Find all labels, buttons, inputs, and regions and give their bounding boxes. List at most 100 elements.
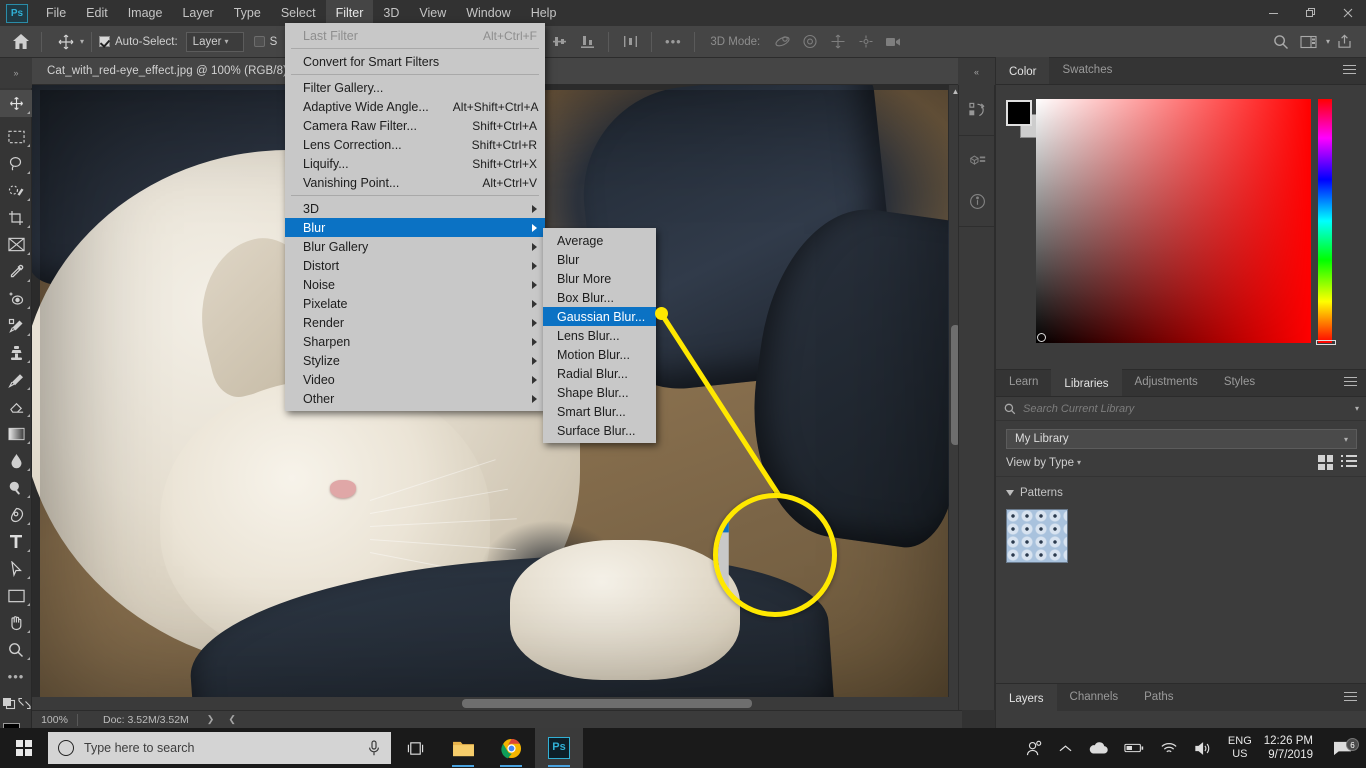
- pattern-swatch-item[interactable]: [1006, 509, 1068, 563]
- tool-dodge[interactable]: [0, 474, 32, 501]
- layer-scope-dropdown[interactable]: Layer ▾: [185, 31, 244, 52]
- menu-item-stylize[interactable]: Stylize: [285, 351, 545, 370]
- library-search-row[interactable]: ▾: [996, 397, 1366, 421]
- task-view-icon[interactable]: [391, 728, 439, 768]
- list-view-icon[interactable]: [1341, 455, 1357, 468]
- menu-item-blur[interactable]: Blur: [285, 218, 545, 237]
- tab-swatches[interactable]: Swatches: [1049, 57, 1125, 84]
- menu-item-last-filter[interactable]: Last Filter Alt+Ctrl+F: [285, 26, 545, 45]
- status-expand-icon[interactable]: ❯: [207, 714, 215, 725]
- start-button[interactable]: [0, 728, 48, 768]
- submenu-item-smart-blur[interactable]: Smart Blur...: [543, 402, 656, 421]
- tool-gradient[interactable]: [0, 420, 32, 447]
- quick-mask-icon[interactable]: [0, 690, 17, 717]
- menu-item-sharpen[interactable]: Sharpen: [285, 332, 545, 351]
- move-tool-chevron-icon[interactable]: ▾: [80, 37, 84, 46]
- properties-icon[interactable]: [959, 141, 996, 181]
- tool-frame[interactable]: [0, 231, 32, 258]
- view-by-chevron-icon[interactable]: ▾: [1077, 458, 1081, 467]
- submenu-item-blur[interactable]: Blur: [543, 250, 656, 269]
- distribute-icon[interactable]: [619, 31, 641, 53]
- document-tab-title[interactable]: Cat_with_red-eye_effect.jpg @ 100% (RGB/…: [32, 65, 287, 77]
- tool-pen[interactable]: [0, 501, 32, 528]
- menu-item-video[interactable]: Video: [285, 370, 545, 389]
- menu-item-other[interactable]: Other: [285, 389, 545, 408]
- submenu-item-motion-blur[interactable]: Motion Blur...: [543, 345, 656, 364]
- clock[interactable]: 12:26 PM 9/7/2019: [1260, 734, 1323, 762]
- tab-layers[interactable]: Layers: [996, 684, 1057, 711]
- tool-edit-toolbar[interactable]: •••: [0, 663, 32, 690]
- tool-move[interactable]: [0, 90, 32, 117]
- people-icon[interactable]: [1017, 728, 1051, 768]
- layers-panel-menu-icon[interactable]: [1344, 684, 1366, 711]
- canvas-horizontal-scrollbar[interactable]: [32, 697, 962, 710]
- 3d-camera-icon[interactable]: [883, 31, 905, 53]
- tool-lasso[interactable]: [0, 150, 32, 177]
- menu-image[interactable]: Image: [118, 0, 173, 26]
- menu-item-pixelate[interactable]: Pixelate: [285, 294, 545, 313]
- submenu-item-gaussian-blur[interactable]: Gaussian Blur...: [543, 307, 656, 326]
- menu-file[interactable]: File: [36, 0, 76, 26]
- tool-zoom[interactable]: [0, 636, 32, 663]
- tool-rectangular-marquee[interactable]: [0, 123, 32, 150]
- menu-item-liquify[interactable]: Liquify... Shift+Ctrl+X: [285, 154, 545, 173]
- grid-view-icon[interactable]: [1318, 455, 1333, 470]
- tab-learn[interactable]: Learn: [996, 369, 1051, 396]
- language-indicator[interactable]: ENG US: [1220, 735, 1260, 761]
- submenu-item-average[interactable]: Average: [543, 231, 656, 250]
- color-panel-foreground-swatch[interactable]: [1006, 100, 1032, 126]
- auto-select-option[interactable]: Auto-Select:: [99, 26, 178, 58]
- submenu-item-radial-blur[interactable]: Radial Blur...: [543, 364, 656, 383]
- menu-edit[interactable]: Edit: [76, 0, 118, 26]
- auto-select-checkbox[interactable]: [99, 36, 111, 47]
- tab-styles[interactable]: Styles: [1211, 369, 1268, 396]
- move-tool-icon[interactable]: [55, 31, 77, 53]
- tool-rectangle[interactable]: [0, 582, 32, 609]
- history-icon[interactable]: [959, 90, 996, 130]
- show-hidden-icons-chevron-up-icon[interactable]: [1051, 728, 1080, 768]
- status-collapse-icon[interactable]: ❮: [228, 714, 236, 725]
- minimize-button[interactable]: [1255, 0, 1292, 26]
- tool-spot-healing-brush[interactable]: [0, 285, 32, 312]
- more-options-icon[interactable]: •••: [662, 31, 684, 53]
- search-chevron-down-icon[interactable]: ▾: [1355, 404, 1359, 413]
- screen-mode-icon[interactable]: [17, 690, 31, 717]
- library-select[interactable]: My Library ▾: [1006, 429, 1357, 449]
- workspace-chevron-icon[interactable]: ▾: [1326, 37, 1330, 46]
- tab-adjustments[interactable]: Adjustments: [1122, 369, 1211, 396]
- menu-item-render[interactable]: Render: [285, 313, 545, 332]
- 3d-pan-icon[interactable]: [827, 31, 849, 53]
- tool-eraser[interactable]: [0, 393, 32, 420]
- 3d-roll-icon[interactable]: [799, 31, 821, 53]
- tab-paths[interactable]: Paths: [1131, 684, 1186, 711]
- submenu-item-shape-blur[interactable]: Shape Blur...: [543, 383, 656, 402]
- tool-brush[interactable]: [0, 312, 32, 339]
- tab-libraries[interactable]: Libraries: [1051, 369, 1122, 396]
- menu-item-lens-correction[interactable]: Lens Correction... Shift+Ctrl+R: [285, 135, 545, 154]
- tool-clone-stamp[interactable]: [0, 339, 32, 366]
- color-panel-menu-icon[interactable]: [1343, 57, 1366, 84]
- submenu-item-surface-blur[interactable]: Surface Blur...: [543, 421, 656, 440]
- microphone-icon[interactable]: [367, 739, 381, 757]
- menu-item-distort[interactable]: Distort: [285, 256, 545, 275]
- close-button[interactable]: [1329, 0, 1366, 26]
- 3d-orbit-icon[interactable]: [771, 31, 793, 53]
- show-transform-checkbox[interactable]: [253, 36, 265, 47]
- file-explorer-icon[interactable]: [439, 728, 487, 768]
- chrome-icon[interactable]: [487, 728, 535, 768]
- align-bottom-icon[interactable]: [576, 31, 598, 53]
- tab-channels[interactable]: Channels: [1057, 684, 1132, 711]
- restore-button[interactable]: [1292, 0, 1329, 26]
- toolbar-collapse-toggle[interactable]: »: [0, 58, 32, 88]
- onedrive-cloud-icon[interactable]: [1080, 728, 1116, 768]
- battery-icon[interactable]: [1116, 728, 1152, 768]
- taskbar-search-box[interactable]: Type here to search: [48, 732, 391, 764]
- menu-item-adaptive-wide-angle[interactable]: Adaptive Wide Angle... Alt+Shift+Ctrl+A: [285, 97, 545, 116]
- tool-hand[interactable]: [0, 609, 32, 636]
- info-icon[interactable]: [959, 181, 996, 221]
- home-icon[interactable]: [8, 29, 34, 55]
- libraries-panel-menu-icon[interactable]: [1344, 369, 1366, 396]
- tool-blur[interactable]: [0, 447, 32, 474]
- tab-color[interactable]: Color: [996, 57, 1050, 84]
- color-picker-field[interactable]: [1036, 99, 1311, 343]
